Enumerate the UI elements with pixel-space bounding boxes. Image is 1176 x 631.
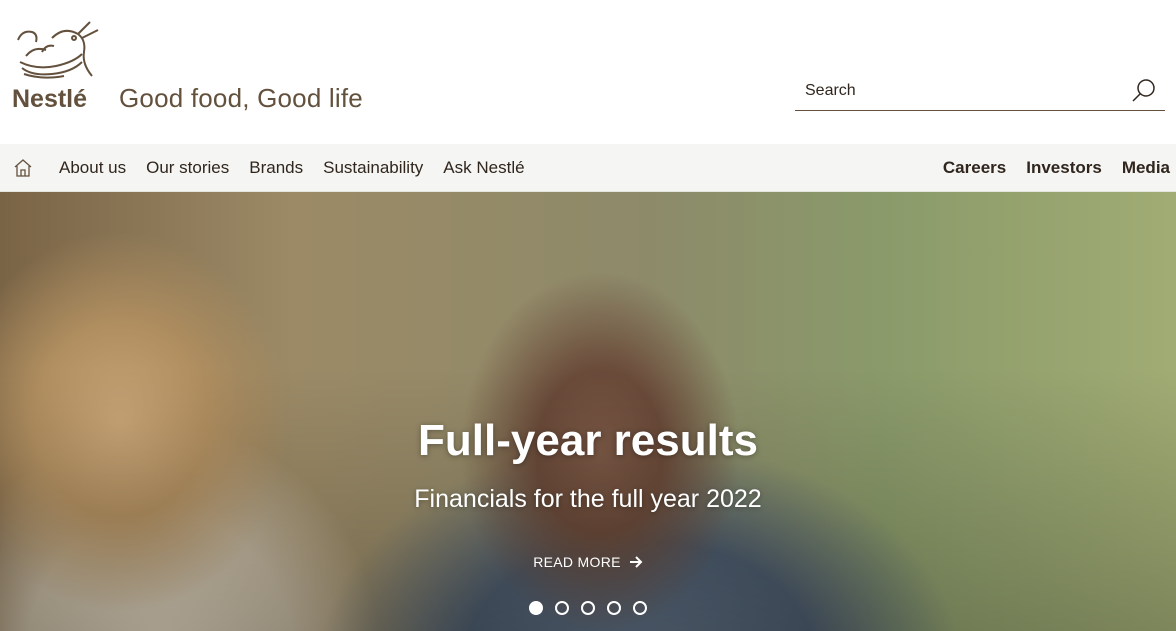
logo-wordmark: Nestlé [12, 85, 87, 112]
read-more-link[interactable]: READ MORE [533, 554, 643, 570]
nav-secondary: Careers Investors Media [933, 144, 1176, 191]
nav-item-sustainability[interactable]: Sustainability [313, 158, 433, 178]
nav-item-about-us[interactable]: About us [49, 158, 136, 178]
search-input[interactable] [805, 78, 1125, 104]
nav-item-media[interactable]: Media [1112, 158, 1176, 178]
carousel-dot-3[interactable] [581, 601, 595, 615]
nav-item-investors[interactable]: Investors [1016, 158, 1112, 178]
carousel-dot-1[interactable] [529, 601, 543, 615]
arrow-right-icon [629, 556, 643, 568]
nav-item-ask-nestle[interactable]: Ask Nestlé [433, 158, 534, 178]
main-nav: About us Our stories Brands Sustainabili… [0, 144, 1176, 192]
search-box [795, 74, 1165, 111]
carousel-dots [0, 601, 1176, 615]
nav-item-our-stories[interactable]: Our stories [136, 158, 239, 178]
read-more-label: READ MORE [533, 554, 621, 570]
home-icon[interactable] [13, 158, 33, 178]
carousel-dot-5[interactable] [633, 601, 647, 615]
carousel-dot-2[interactable] [555, 601, 569, 615]
nestle-logo[interactable]: Nestlé [12, 16, 104, 112]
search-icon[interactable] [1129, 76, 1159, 106]
nav-item-brands[interactable]: Brands [239, 158, 313, 178]
hero-subtitle: Financials for the full year 2022 [414, 485, 762, 513]
hero-carousel: Full-year results Financials for the ful… [0, 192, 1176, 631]
site-header: Nestlé Good food, Good life [0, 0, 1176, 144]
hero-title: Full-year results [418, 416, 758, 465]
carousel-dot-4[interactable] [607, 601, 621, 615]
nav-item-careers[interactable]: Careers [933, 158, 1016, 178]
tagline: Good food, Good life [119, 83, 363, 113]
